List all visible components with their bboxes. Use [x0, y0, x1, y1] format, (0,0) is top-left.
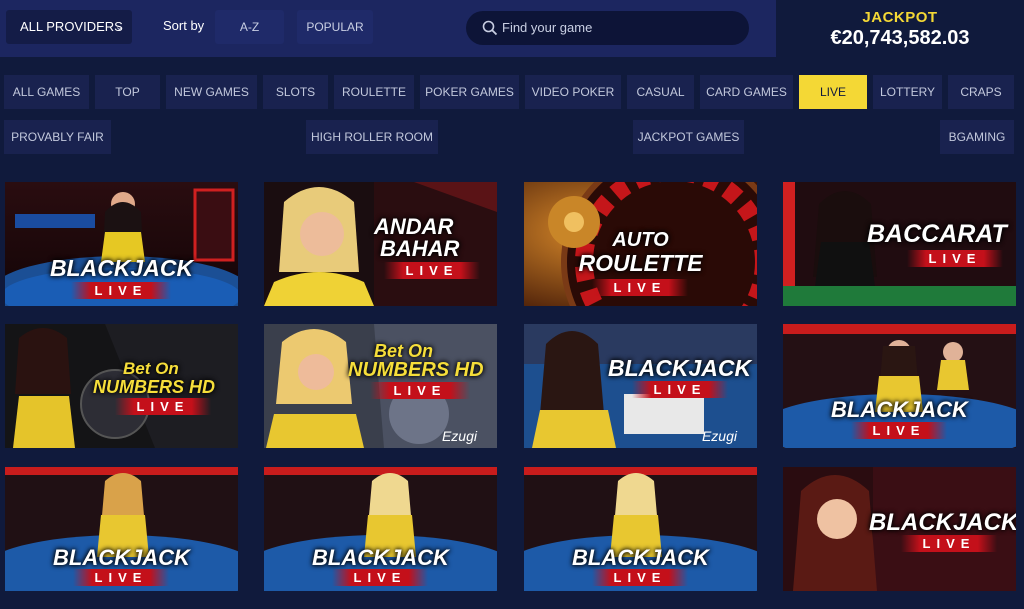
game-tile-blackjack-live[interactable]: BLACKJACK LIVE — [5, 182, 238, 306]
live-badge: LIVE — [332, 569, 428, 586]
live-badge: LIVE — [592, 569, 688, 586]
live-badge: LIVE — [632, 381, 728, 398]
game-title: BLACKJACK — [869, 509, 1016, 536]
game-title: BLACKJACK — [572, 545, 709, 570]
live-badge: LIVE — [851, 422, 947, 439]
game-tile-andar-bahar-live[interactable]: ANDAR BAHAR LIVE — [264, 182, 497, 306]
top-bar: ALL PROVIDERS ⌄ Sort by A-Z POPULAR Find… — [0, 0, 776, 57]
search-box[interactable]: Find your game — [466, 11, 749, 45]
game-title: BLACKJACK — [49, 255, 194, 281]
sort-popular-button[interactable]: POPULAR — [297, 10, 373, 44]
sort-by-label: Sort by — [163, 18, 205, 33]
live-badge: LIVE — [71, 282, 171, 299]
provider-select-label: ALL PROVIDERS — [20, 19, 123, 34]
game-tile-blackjack-live-3[interactable]: BLACKJACK LIVE — [5, 467, 238, 591]
live-badge: LIVE — [901, 535, 997, 552]
live-badge: LIVE — [73, 569, 169, 586]
game-title-line2: NUMBERS HD — [348, 359, 484, 381]
game-title-line1: AUTO — [612, 229, 669, 251]
game-title-line2: NUMBERS HD — [93, 377, 216, 397]
tab-new-games[interactable]: NEW GAMES — [166, 75, 257, 109]
tab-lottery[interactable]: LOTTERY — [873, 75, 942, 109]
game-tile-blackjack-live-4[interactable]: BLACKJACK LIVE — [264, 467, 497, 591]
sort-az-button[interactable]: A-Z — [215, 10, 284, 44]
game-tile-auto-roulette-live[interactable]: AUTO ROULETTE LIVE — [524, 182, 757, 306]
jackpot-label: JACKPOT — [862, 9, 938, 26]
game-tile-blackjack-live-2[interactable]: BLACKJACK LIVE — [783, 324, 1016, 448]
tab-roulette[interactable]: ROULETTE — [334, 75, 414, 109]
game-title-line2: BAHAR — [380, 236, 460, 261]
tab-all-games[interactable]: ALL GAMES — [4, 75, 89, 109]
tab-craps[interactable]: CRAPS — [948, 75, 1014, 109]
chevron-down-icon: ⌄ — [114, 21, 124, 33]
tab-casual[interactable]: CASUAL — [627, 75, 694, 109]
search-icon — [482, 20, 498, 36]
game-title-line1: Bet On — [374, 341, 434, 361]
provider-select[interactable]: ALL PROVIDERS ⌄ — [6, 10, 132, 44]
game-title: BLACKJACK — [608, 355, 752, 381]
tab-provably-fair[interactable]: PROVABLY FAIR — [4, 120, 111, 154]
tab-card-games[interactable]: CARD GAMES — [700, 75, 793, 109]
tab-high-roller-room[interactable]: HIGH ROLLER ROOM — [306, 120, 438, 154]
live-badge: LIVE — [907, 250, 1003, 267]
game-tile-blackjack-live-5[interactable]: BLACKJACK LIVE — [524, 467, 757, 591]
game-tile-bet-on-numbers-hd-ezugi[interactable]: Bet On NUMBERS HD LIVE Ezugi — [264, 324, 497, 448]
game-title-line1: Bet On — [123, 359, 179, 378]
game-title-line1: ANDAR — [374, 214, 454, 239]
game-title: BACCARAT — [867, 220, 1007, 248]
game-tile-blackjack-live-6[interactable]: BLACKJACK LIVE — [783, 467, 1016, 591]
game-title: BLACKJACK — [53, 545, 190, 570]
game-tile-bet-on-numbers-hd-live[interactable]: Bet On NUMBERS HD LIVE — [5, 324, 238, 448]
game-title-line2: ROULETTE — [578, 250, 703, 276]
game-title: BLACKJACK — [312, 545, 449, 570]
tab-jackpot-games[interactable]: JACKPOT GAMES — [633, 120, 744, 154]
tab-top[interactable]: TOP — [95, 75, 160, 109]
jackpot-amount: €20,743,582.03 — [830, 27, 970, 49]
game-tile-baccarat-live[interactable]: BACCARAT LIVE — [783, 182, 1016, 306]
live-badge: LIVE — [115, 398, 211, 415]
tab-bgaming[interactable]: BGAMING — [940, 120, 1014, 154]
live-badge: LIVE — [370, 382, 470, 399]
tab-live[interactable]: LIVE — [799, 75, 867, 109]
provider-logo: Ezugi — [701, 428, 737, 444]
game-tile-blackjack-ezugi[interactable]: BLACKJACK LIVE Ezugi — [524, 324, 757, 448]
provider-logo: Ezugi — [441, 428, 477, 444]
tab-video-poker[interactable]: VIDEO POKER — [525, 75, 621, 109]
game-title: BLACKJACK — [831, 397, 968, 422]
tab-slots[interactable]: SLOTS — [263, 75, 328, 109]
live-badge: LIVE — [592, 279, 688, 296]
live-badge: LIVE — [384, 262, 480, 279]
jackpot-panel: JACKPOT €20,743,582.03 — [776, 0, 1024, 57]
tab-poker-games[interactable]: POKER GAMES — [420, 75, 519, 109]
search-input[interactable]: Find your game — [502, 11, 592, 45]
